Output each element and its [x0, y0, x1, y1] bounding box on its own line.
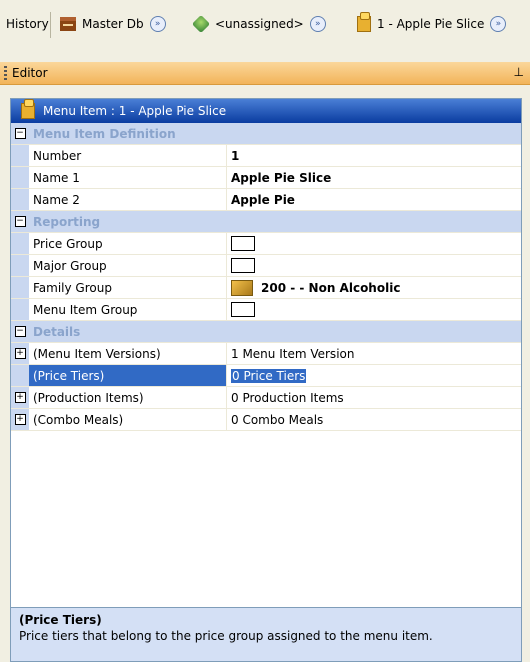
property-value[interactable] [227, 233, 521, 254]
menu-item-icon [357, 12, 371, 32]
editor-bar: Editor ⊥ [0, 62, 530, 85]
property-row[interactable]: Name 2 Apple Pie [11, 189, 521, 211]
empty-value-box[interactable] [231, 236, 255, 251]
property-value[interactable] [227, 299, 521, 320]
property-row[interactable]: + (Production Items) 0 Production Items [11, 387, 521, 409]
property-value[interactable]: 0 Combo Meals [227, 409, 521, 430]
property-name: Major Group [29, 255, 227, 276]
family-group-icon [231, 279, 253, 296]
revenue-center-selector[interactable]: <unassigned> » [191, 11, 326, 37]
menu-item-icon [21, 99, 35, 119]
grip-icon[interactable] [4, 66, 7, 80]
menu-item-label: 1 - Apple Pie Slice [377, 17, 485, 31]
property-row[interactable]: Name 1 Apple Pie Slice [11, 167, 521, 189]
chevron-down-icon[interactable]: » [490, 16, 507, 32]
property-name: Price Group [29, 233, 227, 254]
plus-icon: + [14, 414, 26, 425]
property-name: Family Group [29, 277, 227, 298]
property-value[interactable]: 0 Production Items [227, 387, 521, 408]
editor-pane: Menu Item : 1 - Apple Pie Slice − Menu I… [10, 98, 522, 662]
property-row[interactable]: Price Group [11, 233, 521, 255]
row-gutter [11, 277, 29, 298]
editor-title: Editor [12, 66, 48, 80]
description-title: (Price Tiers) [19, 613, 102, 627]
collapse-toggle[interactable]: − [11, 321, 29, 342]
row-gutter [11, 233, 29, 254]
expand-toggle[interactable]: + [11, 409, 29, 430]
row-gutter [11, 145, 29, 166]
database-icon [60, 17, 76, 31]
minus-icon: − [14, 216, 26, 227]
property-row[interactable]: + (Menu Item Versions) 1 Menu Item Versi… [11, 343, 521, 365]
property-name: Number [29, 145, 227, 166]
row-gutter [11, 299, 29, 320]
history-button[interactable]: History [6, 17, 49, 31]
description-panel: (Price Tiers) Price tiers that belong to… [11, 607, 521, 661]
property-name: (Price Tiers) [29, 365, 227, 386]
property-value[interactable]: 1 Menu Item Version [227, 343, 521, 364]
category-reporting[interactable]: − Reporting [11, 211, 521, 233]
family-group-value: 200 - - Non Alcoholic [261, 280, 401, 295]
property-value[interactable]: Apple Pie [227, 189, 521, 210]
property-value[interactable]: 0 Price Tiers [227, 365, 521, 386]
collapse-toggle[interactable]: − [11, 211, 29, 232]
empty-value-box[interactable] [231, 302, 255, 317]
pane-header: Menu Item : 1 - Apple Pie Slice [11, 99, 521, 123]
property-value[interactable] [227, 255, 521, 276]
category-details[interactable]: − Details [11, 321, 521, 343]
category-label: Reporting [33, 214, 101, 229]
property-row[interactable]: Menu Item Group [11, 299, 521, 321]
minus-icon: − [14, 128, 26, 139]
plus-icon: + [14, 392, 26, 403]
property-row[interactable]: Number 1 [11, 145, 521, 167]
category-definition[interactable]: − Menu Item Definition [11, 123, 521, 145]
property-grid: − Menu Item Definition Number 1 Name 1 A… [11, 123, 521, 431]
row-gutter [11, 189, 29, 210]
property-name: (Production Items) [29, 387, 227, 408]
toolbar-separator [50, 12, 51, 38]
description-text: Price tiers that belong to the price gro… [19, 629, 433, 643]
revenue-center-label: <unassigned> [215, 17, 304, 31]
property-name: Name 2 [29, 189, 227, 210]
property-name: Name 1 [29, 167, 227, 188]
revenue-center-icon [191, 14, 211, 34]
selected-value: 0 Price Tiers [231, 368, 307, 383]
property-row[interactable]: Family Group 200 - - Non Alcoholic [11, 277, 521, 299]
menu-item-selector[interactable]: 1 - Apple Pie Slice » [357, 11, 507, 37]
top-toolbar: History Master Db » <unassigned> » 1 - A… [0, 0, 530, 54]
chevron-down-icon[interactable]: » [149, 16, 166, 32]
property-row-selected[interactable]: (Price Tiers) 0 Price Tiers [11, 365, 521, 387]
property-value[interactable]: 200 - - Non Alcoholic [227, 277, 521, 298]
category-label: Details [33, 324, 81, 339]
collapse-toggle[interactable]: − [11, 123, 29, 144]
property-value[interactable]: 1 [227, 145, 521, 166]
property-value[interactable]: Apple Pie Slice [227, 167, 521, 188]
empty-value-box[interactable] [231, 258, 255, 273]
row-gutter [11, 365, 29, 386]
pin-icon[interactable]: ⊥ [514, 65, 524, 79]
property-name: (Menu Item Versions) [29, 343, 227, 364]
property-name: Menu Item Group [29, 299, 227, 320]
pane-title: Menu Item : 1 - Apple Pie Slice [43, 104, 227, 118]
category-label: Menu Item Definition [33, 126, 176, 141]
minus-icon: − [14, 326, 26, 337]
expand-toggle[interactable]: + [11, 387, 29, 408]
row-gutter [11, 167, 29, 188]
property-row[interactable]: Major Group [11, 255, 521, 277]
expand-toggle[interactable]: + [11, 343, 29, 364]
chevron-down-icon[interactable]: » [309, 16, 326, 32]
property-name: (Combo Meals) [29, 409, 227, 430]
row-gutter [11, 255, 29, 276]
plus-icon: + [14, 348, 26, 359]
database-selector[interactable]: Master Db » [60, 11, 166, 37]
database-label: Master Db [82, 17, 144, 31]
property-row[interactable]: + (Combo Meals) 0 Combo Meals [11, 409, 521, 431]
